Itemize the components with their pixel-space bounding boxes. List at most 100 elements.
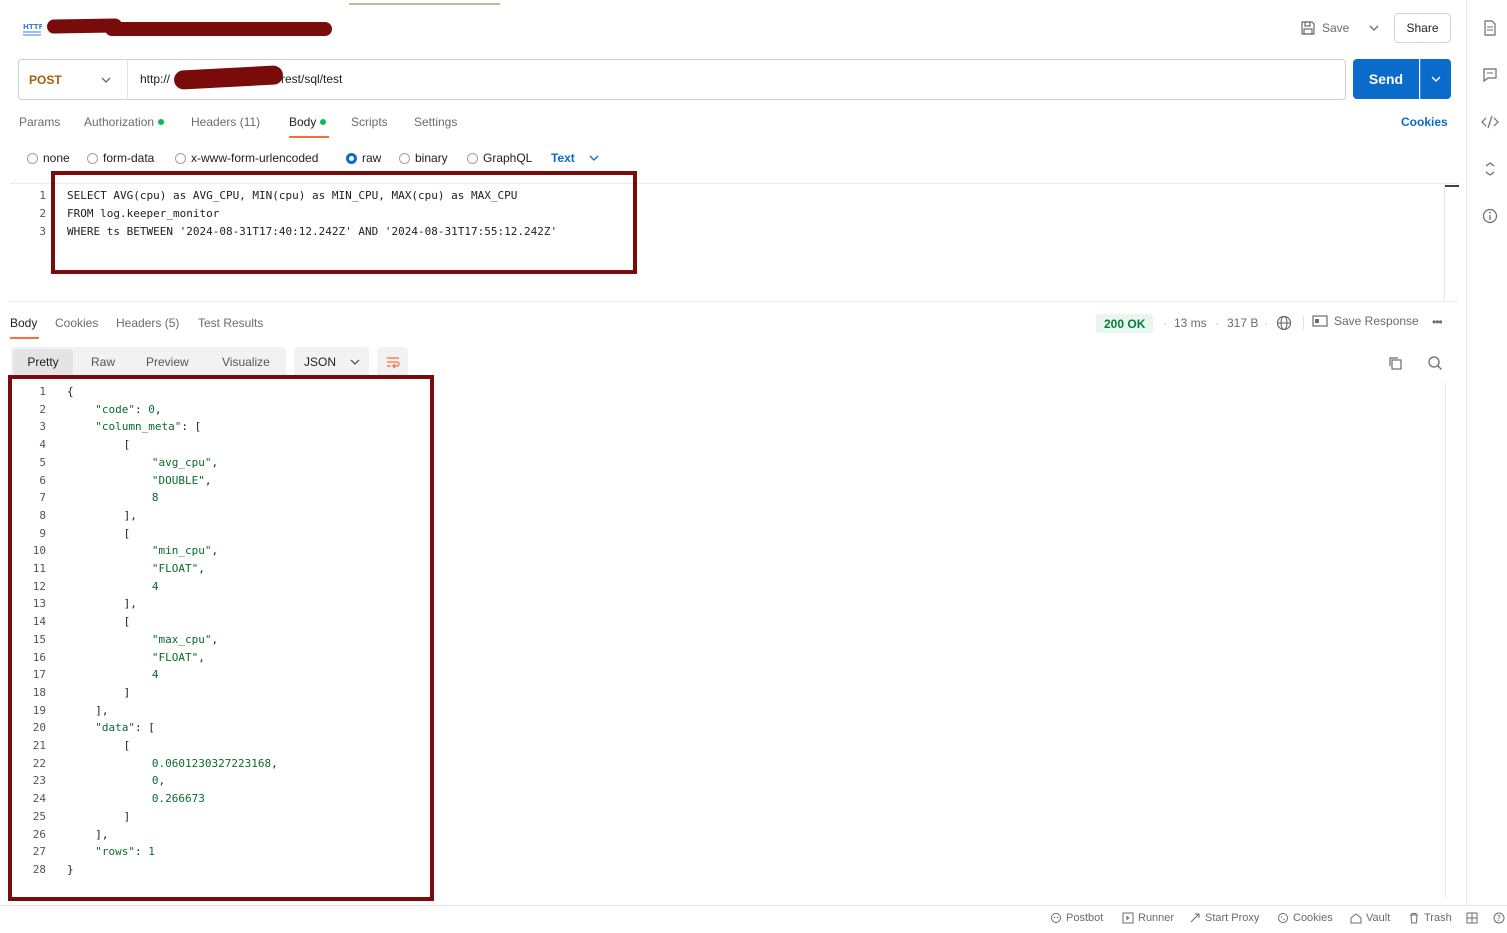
editor-scrollbar[interactable] xyxy=(1444,185,1445,300)
view-pretty-button[interactable]: Pretty xyxy=(13,349,73,375)
vault-icon xyxy=(1350,912,1362,924)
response-tab-test-results[interactable]: Test Results xyxy=(198,316,263,330)
tab-settings[interactable]: Settings xyxy=(414,115,457,129)
active-tab-underline xyxy=(289,136,329,138)
globe-icon[interactable] xyxy=(1276,315,1292,331)
trash-icon xyxy=(1408,912,1420,924)
code-snippet-icon[interactable] xyxy=(1480,112,1500,132)
radio-icon xyxy=(175,152,186,164)
active-tab-underline xyxy=(10,337,39,339)
tab-authorization[interactable]: Authorization xyxy=(84,115,165,129)
tab-label: Settings xyxy=(414,115,458,129)
statusbar-start-proxy[interactable]: Start Proxy xyxy=(1189,912,1259,924)
response-tab-body[interactable]: Body xyxy=(10,316,37,330)
line-number: 1 xyxy=(39,189,46,202)
radio-icon xyxy=(27,152,38,164)
radio-label: form-data xyxy=(103,151,155,165)
wrap-lines-icon[interactable] xyxy=(377,347,408,377)
radio-form-data[interactable]: form-data xyxy=(87,151,154,165)
format-label: JSON xyxy=(304,355,337,369)
statusbar-vault[interactable]: Vault xyxy=(1350,912,1390,924)
documentation-icon[interactable] xyxy=(1480,18,1500,38)
tab-label: Params xyxy=(19,115,61,129)
statusbar-label: Runner xyxy=(1138,912,1175,924)
status-dot xyxy=(158,119,165,125)
scrollbar-thumb[interactable] xyxy=(1445,185,1459,187)
radio-icon xyxy=(399,152,410,164)
method-select[interactable]: POST xyxy=(18,59,128,100)
info-icon[interactable] xyxy=(1480,206,1500,226)
statusbar-cookies[interactable]: Cookies xyxy=(1277,912,1333,924)
statusbar-label: Cookies xyxy=(1293,912,1333,924)
copy-icon[interactable] xyxy=(1387,355,1403,371)
related-collections-icon[interactable] xyxy=(1480,159,1500,179)
cookie-icon xyxy=(1277,912,1289,924)
view-preview-button[interactable]: Preview xyxy=(146,355,189,369)
radio-icon xyxy=(87,152,98,164)
save-response-icon xyxy=(1312,314,1328,328)
send-options-chevron-icon[interactable] xyxy=(1420,59,1451,99)
response-size[interactable]: 317 B xyxy=(1227,316,1258,330)
runner-icon xyxy=(1122,912,1134,924)
statusbar-trash[interactable]: Trash xyxy=(1408,912,1452,924)
body-format-select[interactable]: Text xyxy=(551,151,599,165)
cookies-link[interactable]: Cookies xyxy=(1401,115,1448,129)
tab-label: Headers (11) xyxy=(191,115,261,129)
radio-raw[interactable]: raw xyxy=(346,151,381,165)
line-number: 2 xyxy=(39,207,46,220)
tab-label: Body xyxy=(289,115,317,129)
body-format-label: Text xyxy=(551,151,575,165)
more-options-icon[interactable]: ••• xyxy=(1432,315,1443,329)
tab-headers[interactable]: Headers (11) xyxy=(191,115,260,129)
layout-grid-icon[interactable] xyxy=(1466,912,1478,924)
response-tab-cookies[interactable]: Cookies xyxy=(55,316,98,330)
response-time[interactable]: 13 ms xyxy=(1174,316,1207,330)
statusbar-label: Vault xyxy=(1366,912,1391,924)
svg-text:HTTP: HTTP xyxy=(23,23,42,31)
proxy-icon xyxy=(1189,912,1201,924)
active-tab-indicator xyxy=(349,3,500,5)
divider xyxy=(1303,316,1304,330)
statusbar-label: Postbot xyxy=(1066,912,1104,924)
response-format-select[interactable]: JSON xyxy=(294,347,369,377)
highlight-box xyxy=(8,375,434,901)
url-input-prefix[interactable]: http:// xyxy=(140,72,170,86)
tab-label: Scripts xyxy=(351,115,388,129)
tab-body[interactable]: Body xyxy=(289,115,327,129)
statusbar-runner[interactable]: Runner xyxy=(1122,912,1174,924)
url-input-suffix[interactable]: rest/sql/test xyxy=(281,72,342,86)
save-label: Save xyxy=(1322,21,1350,35)
radio-graphql[interactable]: GraphQL xyxy=(467,151,532,165)
tab-scripts[interactable]: Scripts xyxy=(351,115,388,129)
view-visualize-button[interactable]: Visualize xyxy=(222,355,270,369)
response-tab-headers[interactable]: Headers (5) xyxy=(116,316,179,330)
tab-params[interactable]: Params xyxy=(19,115,60,129)
help-icon[interactable]: ? xyxy=(1493,912,1505,924)
radio-label: x-www-form-urlencoded xyxy=(191,151,319,165)
radio-label: binary xyxy=(415,151,448,165)
save-button[interactable]: Save xyxy=(1300,14,1349,42)
statusbar-postbot[interactable]: Postbot xyxy=(1050,912,1103,924)
view-raw-button[interactable]: Raw xyxy=(91,355,115,369)
radio-x-www-form-urlencoded[interactable]: x-www-form-urlencoded xyxy=(175,151,318,165)
save-response-button[interactable]: Save Response xyxy=(1312,314,1419,328)
right-sidebar-divider xyxy=(1466,0,1467,905)
comments-icon[interactable] xyxy=(1480,65,1500,85)
highlight-box xyxy=(51,171,637,274)
redacted-title xyxy=(105,22,332,36)
radio-checked-icon xyxy=(346,152,357,164)
line-number: 3 xyxy=(39,225,46,238)
save-icon xyxy=(1300,20,1316,36)
chevron-down-icon xyxy=(589,155,599,161)
search-icon[interactable] xyxy=(1427,355,1443,371)
radio-binary[interactable]: binary xyxy=(399,151,448,165)
chevron-down-icon xyxy=(350,359,360,365)
save-options-chevron-icon[interactable] xyxy=(1364,18,1384,38)
response-scrollbar[interactable] xyxy=(1445,383,1446,898)
status-badge[interactable]: 200 OK xyxy=(1096,314,1154,333)
radio-none[interactable]: none xyxy=(27,151,70,165)
radio-label: raw xyxy=(362,151,382,165)
send-button[interactable]: Send xyxy=(1353,59,1419,99)
share-button[interactable]: Share xyxy=(1394,13,1451,43)
separator-dot: · xyxy=(1264,316,1268,330)
